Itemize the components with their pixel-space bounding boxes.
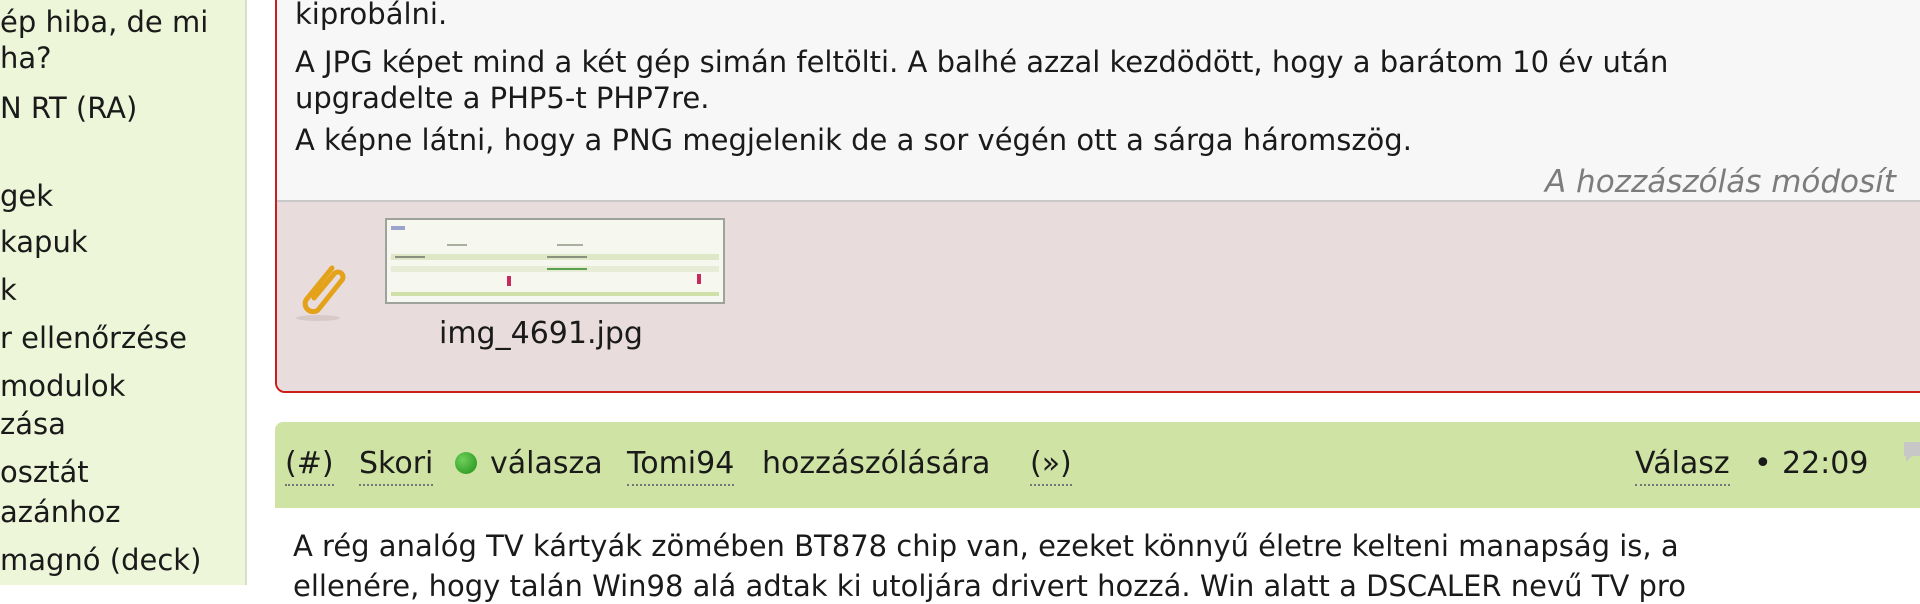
attachment-thumbnail[interactable] xyxy=(385,218,725,304)
report-icon[interactable] xyxy=(1900,438,1920,466)
post-time: 22:09 xyxy=(1782,446,1869,481)
sidebar-link[interactable]: magnó (deck) xyxy=(0,540,201,580)
post-text-line: ellenére, hogy talán Win98 alá adtak ki … xyxy=(293,569,1686,603)
highlighted-post: kiprobálni. A JPG képet mind a két gép s… xyxy=(275,0,1920,393)
reply-of-text: válasza xyxy=(490,446,603,481)
post-text-line: upgradelte a PHP5-t PHP7re. xyxy=(295,81,710,115)
paperclip-icon xyxy=(296,265,346,321)
sidebar-link[interactable]: kapuk xyxy=(0,222,88,262)
post-text-line: A rég analóg TV kártyák zömében BT878 ch… xyxy=(293,529,1679,563)
sidebar: ép hiba, de mi ha? N RT (RA) gek kapuk k… xyxy=(0,0,247,585)
post-text-line: A JPG képet mind a két gép simán feltölt… xyxy=(295,45,1669,79)
post-text-line: kiprobálni. xyxy=(295,0,448,31)
sidebar-link[interactable]: azánhoz xyxy=(0,492,121,532)
target-suffix-text: hozzászólására xyxy=(762,446,991,481)
sidebar-link[interactable]: gek xyxy=(0,176,53,216)
post-header: (#) Skori válasza Tomi94 hozzászólására … xyxy=(275,422,1920,508)
reply-button[interactable]: Válasz xyxy=(1635,444,1730,486)
sidebar-link[interactable]: osztát xyxy=(0,452,89,492)
attachment-filename[interactable]: img_4691.jpg xyxy=(439,316,643,352)
post-text-line: A képne látni, hogy a PNG megjelenik de … xyxy=(295,123,1412,157)
post-anchor-link[interactable]: (#) xyxy=(285,444,334,486)
sidebar-link[interactable]: ép hiba, de mi xyxy=(0,2,208,42)
sidebar-link[interactable]: k xyxy=(0,270,17,310)
jump-to-post-link[interactable]: (») xyxy=(1030,444,1072,486)
bullet-separator: • xyxy=(1754,446,1772,481)
edited-note: A hozzászólás módosít xyxy=(1545,164,1896,200)
sidebar-link[interactable]: ha? xyxy=(0,38,52,78)
attachment-area: img_4691.jpg xyxy=(277,200,1920,391)
online-status-icon xyxy=(455,444,477,484)
sidebar-link[interactable]: modulok xyxy=(0,366,125,406)
sidebar-link[interactable]: r ellenőrzése xyxy=(0,318,187,358)
sidebar-link[interactable]: zása xyxy=(0,404,66,444)
author-link[interactable]: Skori xyxy=(359,444,434,486)
sidebar-link[interactable]: N RT (RA) xyxy=(0,88,137,128)
target-user-link[interactable]: Tomi94 xyxy=(627,444,735,486)
